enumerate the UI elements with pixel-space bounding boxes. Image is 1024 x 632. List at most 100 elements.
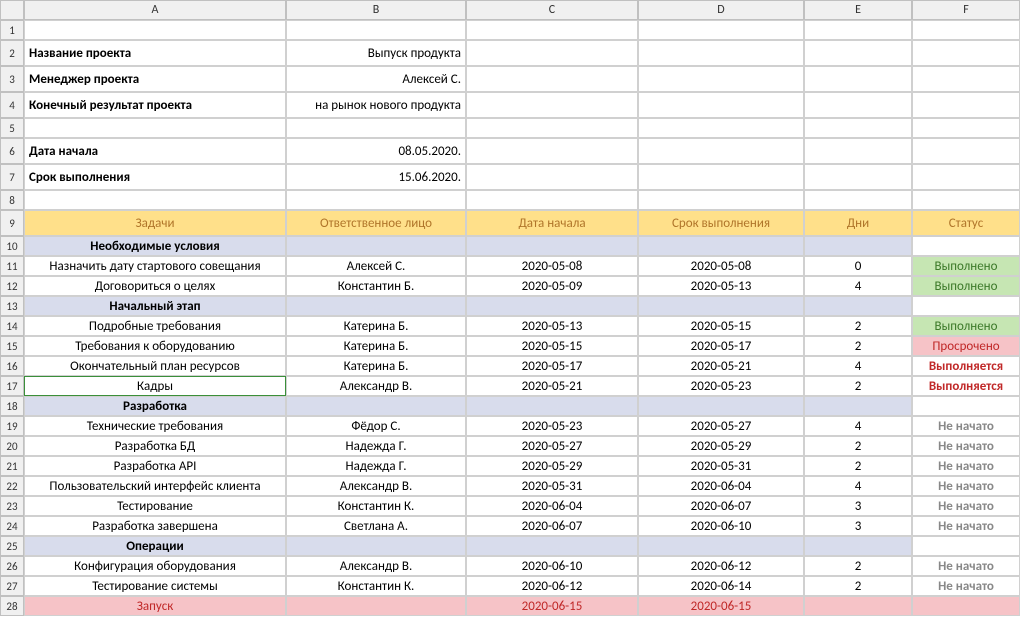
task-owner[interactable]: Надежда Г. xyxy=(286,436,466,456)
value-start-date[interactable]: 08.05.2020. xyxy=(286,138,466,164)
task-due[interactable]: 2020-05-17 xyxy=(638,336,804,356)
value-due-date[interactable]: 15.06.2020. xyxy=(286,164,466,190)
cell[interactable] xyxy=(804,164,912,190)
corner-cell[interactable] xyxy=(0,0,24,20)
section-title[interactable]: Начальный этап xyxy=(24,296,286,316)
row-header-2[interactable]: 2 xyxy=(0,40,24,66)
task-status[interactable]: Просрочено xyxy=(912,336,1020,356)
cell[interactable] xyxy=(804,138,912,164)
cell[interactable] xyxy=(286,118,466,138)
task-start[interactable]: 2020-05-17 xyxy=(466,356,638,376)
task-due[interactable]: 2020-05-13 xyxy=(638,276,804,296)
cell[interactable] xyxy=(286,190,466,210)
task-owner[interactable]: Катерина Б. xyxy=(286,336,466,356)
col-header-A[interactable]: A xyxy=(24,0,286,20)
task-name[interactable]: Технические требования xyxy=(24,416,286,436)
task-days[interactable]: 2 xyxy=(804,556,912,576)
task-status[interactable]: Выполнено xyxy=(912,316,1020,336)
row-header-12[interactable]: 12 xyxy=(0,276,24,296)
cell[interactable] xyxy=(466,66,638,92)
task-owner[interactable]: Катерина Б. xyxy=(286,316,466,336)
task-days[interactable]: 0 xyxy=(804,256,912,276)
task-name[interactable]: Тестирование xyxy=(24,496,286,516)
cell[interactable] xyxy=(638,20,804,40)
task-due[interactable]: 2020-05-29 xyxy=(638,436,804,456)
task-due[interactable]: 2020-05-21 xyxy=(638,356,804,376)
cell[interactable] xyxy=(638,296,804,316)
cell[interactable] xyxy=(804,118,912,138)
cell[interactable] xyxy=(286,396,466,416)
row-header-19[interactable]: 19 xyxy=(0,416,24,436)
row-header-22[interactable]: 22 xyxy=(0,476,24,496)
task-status[interactable]: Не начато xyxy=(912,556,1020,576)
task-owner[interactable]: Светлана А. xyxy=(286,516,466,536)
cell[interactable] xyxy=(286,296,466,316)
task-days[interactable]: 4 xyxy=(804,476,912,496)
task-due[interactable]: 2020-06-10 xyxy=(638,516,804,536)
cell[interactable] xyxy=(912,190,1020,210)
task-owner[interactable]: Константин Б. xyxy=(286,276,466,296)
task-name[interactable]: Кадры xyxy=(24,376,286,396)
row-header-8[interactable]: 8 xyxy=(0,190,24,210)
task-start[interactable]: 2020-06-12 xyxy=(466,576,638,596)
cell[interactable] xyxy=(286,236,466,256)
task-owner[interactable]: Алексей С. xyxy=(286,256,466,276)
cell[interactable] xyxy=(912,236,1020,256)
task-start[interactable]: 2020-05-23 xyxy=(466,416,638,436)
task-owner[interactable]: Фёдор С. xyxy=(286,416,466,436)
cell[interactable] xyxy=(804,236,912,256)
task-start[interactable]: 2020-05-31 xyxy=(466,476,638,496)
row-header-28[interactable]: 28 xyxy=(0,596,24,616)
cell[interactable] xyxy=(804,66,912,92)
task-status[interactable]: Не начато xyxy=(912,576,1020,596)
cell[interactable] xyxy=(466,190,638,210)
task-owner[interactable]: Александр В. xyxy=(286,556,466,576)
launch-name[interactable]: Запуск xyxy=(24,596,286,616)
section-title[interactable]: Операции xyxy=(24,536,286,556)
task-owner[interactable]: Константин К. xyxy=(286,496,466,516)
label-project-name[interactable]: Название проекта xyxy=(24,40,286,66)
col-header-E[interactable]: E xyxy=(804,0,912,20)
cell[interactable] xyxy=(804,20,912,40)
cell[interactable] xyxy=(804,296,912,316)
cell[interactable] xyxy=(638,164,804,190)
row-header-9[interactable]: 9 xyxy=(0,210,24,236)
task-start[interactable]: 2020-05-29 xyxy=(466,456,638,476)
spreadsheet-grid[interactable]: ABCDEF12Название проектаВыпуск продукта3… xyxy=(0,0,1024,616)
task-name[interactable]: Тестирование системы xyxy=(24,576,286,596)
cell[interactable] xyxy=(638,396,804,416)
task-name[interactable]: Разработка завершена xyxy=(24,516,286,536)
cell[interactable] xyxy=(286,20,466,40)
cell[interactable] xyxy=(804,40,912,66)
task-name[interactable]: Окончательный план ресурсов xyxy=(24,356,286,376)
col-header-owner[interactable]: Ответственное лицо xyxy=(286,210,466,236)
task-start[interactable]: 2020-05-27 xyxy=(466,436,638,456)
cell[interactable] xyxy=(466,536,638,556)
row-header-26[interactable]: 26 xyxy=(0,556,24,576)
task-status[interactable]: Не начато xyxy=(912,416,1020,436)
task-days[interactable]: 2 xyxy=(804,456,912,476)
col-header-tasks[interactable]: Задачи xyxy=(24,210,286,236)
cell[interactable] xyxy=(912,92,1020,118)
task-status[interactable]: Не начато xyxy=(912,476,1020,496)
col-header-F[interactable]: F xyxy=(912,0,1020,20)
task-days[interactable]: 3 xyxy=(804,496,912,516)
launch-due[interactable]: 2020-06-15 xyxy=(638,596,804,616)
cell[interactable] xyxy=(912,118,1020,138)
row-header-13[interactable]: 13 xyxy=(0,296,24,316)
task-due[interactable]: 2020-05-23 xyxy=(638,376,804,396)
cell[interactable] xyxy=(638,190,804,210)
cell[interactable] xyxy=(466,296,638,316)
task-status[interactable]: Выполнено xyxy=(912,256,1020,276)
cell[interactable] xyxy=(466,396,638,416)
task-due[interactable]: 2020-06-07 xyxy=(638,496,804,516)
task-due[interactable]: 2020-05-27 xyxy=(638,416,804,436)
cell[interactable] xyxy=(638,66,804,92)
cell[interactable] xyxy=(912,396,1020,416)
task-days[interactable]: 2 xyxy=(804,336,912,356)
task-start[interactable]: 2020-05-13 xyxy=(466,316,638,336)
task-days[interactable]: 2 xyxy=(804,576,912,596)
row-header-16[interactable]: 16 xyxy=(0,356,24,376)
row-header-4[interactable]: 4 xyxy=(0,92,24,118)
cell[interactable] xyxy=(466,20,638,40)
